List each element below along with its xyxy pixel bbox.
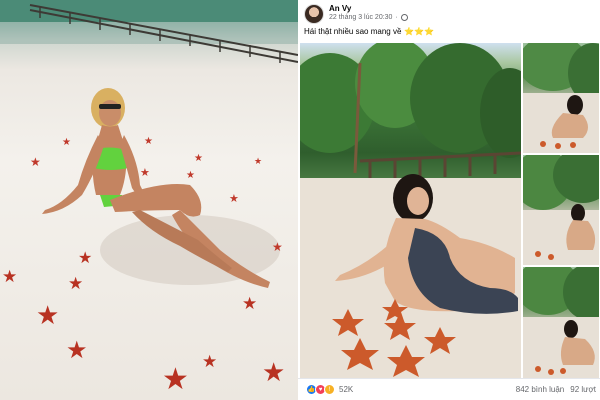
post-stats: 842 bình luận 92 lượt	[516, 385, 596, 394]
starfish-icon: ★	[30, 155, 41, 169]
post-timestamp[interactable]: 22 tháng 3 lúc 20:30	[329, 14, 392, 21]
thumb-illustration	[523, 43, 599, 153]
post-footer: 👍 ♥ ! 52K 842 bình luận 92 lượt	[298, 378, 600, 400]
starfish-icon: ★	[272, 240, 283, 254]
starfish-icon: ★	[242, 294, 258, 313]
reaction-summary[interactable]: 👍 ♥ ! 52K	[306, 384, 353, 395]
thumb-illustration	[523, 267, 599, 378]
starfish-icon: ★	[144, 136, 153, 147]
starfish-icon: ★	[66, 337, 88, 364]
post-meta: 22 tháng 3 lúc 20:30 ·	[329, 14, 408, 21]
starfish-icon: ★	[194, 153, 203, 164]
starfish-icon: ★	[254, 156, 263, 166]
starfish-icon: ★	[162, 363, 189, 396]
starfish-icon: ★	[2, 267, 18, 286]
facebook-post: An Vy 22 tháng 3 lúc 20:30 · Hái thật nh…	[298, 0, 600, 400]
starfish-icon: ★	[140, 167, 150, 179]
starfish-icon: ★	[186, 170, 195, 181]
starfish-icon: ★	[62, 137, 71, 148]
starfish-icon: ★	[68, 274, 84, 293]
post-photo-thumb[interactable]	[523, 43, 599, 153]
star-emoji-icon: ⭐⭐⭐	[404, 27, 435, 36]
starfish-icon: ★	[229, 193, 239, 205]
starfish-icon: ★	[36, 300, 60, 330]
post-caption: Hái thật nhiều sao mang về ⭐⭐⭐	[304, 27, 434, 36]
share-count[interactable]: 92 lượt	[570, 385, 596, 394]
left-beach-photo: ★ ★ ★ ★ ★ ★ ★ ★ ★ ★ ★ ★ ★ ★ ★ ★ ★ ★	[0, 0, 298, 400]
screenshot-root: ★ ★ ★ ★ ★ ★ ★ ★ ★ ★ ★ ★ ★ ★ ★ ★ ★ ★ An V…	[0, 0, 600, 400]
main-photo-illustration	[300, 43, 521, 378]
thumb-illustration	[523, 155, 599, 265]
starfish-icon: ★	[262, 357, 286, 387]
left-photo-illustration	[0, 0, 298, 288]
reaction-count: 52K	[339, 385, 354, 394]
globe-icon	[400, 14, 408, 21]
post-photo-thumb[interactable]	[523, 155, 599, 265]
post-photo-main[interactable]	[300, 43, 521, 378]
post-header: An Vy 22 tháng 3 lúc 20:30 · Hái thật nh…	[298, 0, 600, 44]
caption-text: Hái thật nhiều sao mang về	[304, 27, 402, 36]
starfish-icon: ★	[78, 250, 93, 267]
wow-icon: !	[324, 384, 335, 395]
avatar[interactable]	[304, 4, 324, 24]
post-photo-thumb[interactable]	[523, 267, 599, 378]
author-name[interactable]: An Vy	[329, 4, 351, 13]
starfish-icon: ★	[202, 352, 218, 371]
comment-count[interactable]: 842 bình luận	[516, 385, 565, 394]
